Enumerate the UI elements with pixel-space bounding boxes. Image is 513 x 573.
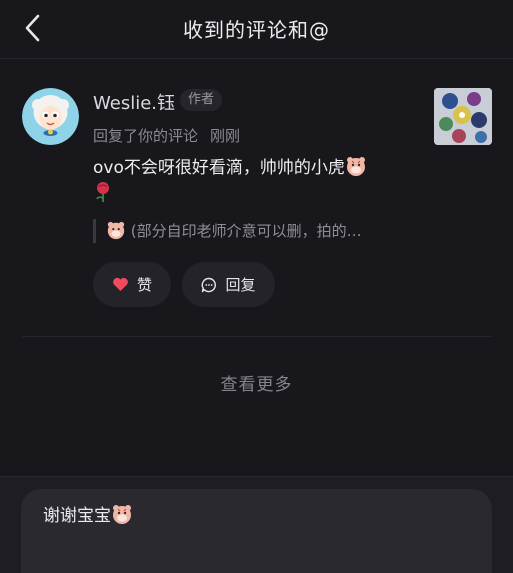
quoted-comment-text: (部分自印老师介意可以删，拍的… — [130, 222, 362, 240]
post-thumbnail[interactable] — [434, 88, 492, 145]
rose-icon — [96, 182, 109, 202]
tiger-emoji-icon — [107, 221, 125, 240]
reply-input-value: 谢谢宝宝 — [43, 506, 111, 526]
top-nav-bar: 收到的评论和@ — [0, 0, 513, 59]
reply-action-text: 回复了你的评论 — [93, 127, 199, 145]
like-label: 赞 — [136, 276, 152, 294]
comment-body: ovo不会呀很好看滴，帅帅的小虎 — [93, 155, 423, 207]
like-button[interactable]: 赞 — [93, 262, 171, 307]
comment-text: ovo不会呀很好看滴，帅帅的小虎 — [93, 158, 345, 178]
divider — [22, 336, 492, 337]
tiger-emoji-icon — [113, 505, 131, 524]
commenter-username[interactable]: Weslie.钰 — [93, 89, 175, 115]
app-screen: 收到的评论和@ Weslie.钰 作者 回复了你的评论 刚刚 ovo不会呀很好看… — [0, 0, 513, 573]
page-title: 收到的评论和@ — [183, 18, 330, 42]
tiger-emoji-icon — [346, 157, 365, 176]
chat-bubble-icon — [202, 277, 217, 292]
reply-label: 回复 — [225, 276, 256, 294]
comment-meta: 回复了你的评论 刚刚 — [93, 125, 240, 146]
view-more-button[interactable]: 查看更多 — [0, 370, 513, 395]
sheep-avatar-image — [22, 88, 79, 145]
reply-input[interactable]: 谢谢宝宝 — [21, 489, 492, 573]
quoted-comment[interactable]: (部分自印老师介意可以删，拍的… — [93, 219, 416, 243]
heart-icon — [113, 277, 128, 291]
author-badge: 作者 — [180, 89, 223, 111]
avatar[interactable] — [22, 88, 79, 145]
stickers-thumbnail-image — [434, 88, 492, 145]
reply-button[interactable]: 回复 — [182, 262, 275, 307]
timestamp: 刚刚 — [210, 127, 241, 145]
